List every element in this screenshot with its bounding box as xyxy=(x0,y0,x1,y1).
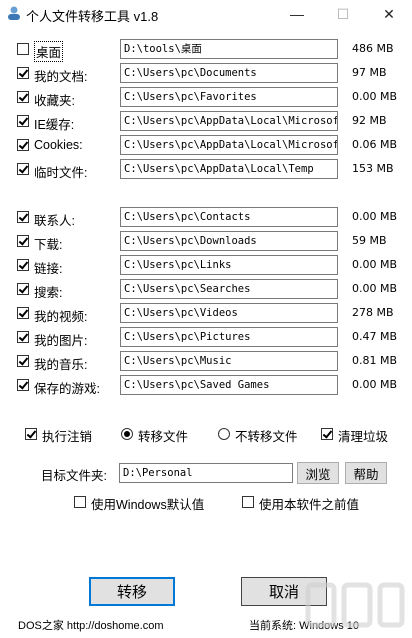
temp-path-field[interactable]: C:\Users\pc\AppData\Local\Temp xyxy=(120,159,338,179)
saved-games-path-field[interactable]: C:\Users\pc\Saved Games xyxy=(120,375,338,395)
desktop-path-field[interactable]: D:\tools\桌面 xyxy=(120,39,338,59)
contacts-checkbox[interactable] xyxy=(17,211,29,223)
downloads-label: 下载: xyxy=(34,238,63,252)
ie-cache-label: IE缓存: xyxy=(34,118,75,132)
maximize-button[interactable]: ☐ xyxy=(320,0,366,28)
transfer-radio[interactable] xyxy=(121,428,133,440)
cookies-size: 0.06 MB xyxy=(352,138,398,151)
music-label: 我的音乐: xyxy=(34,358,88,372)
ie-cache-path-field[interactable]: C:\Users\pc\AppData\Local\Microsoft\ xyxy=(120,111,338,131)
app-person-icon xyxy=(8,6,20,20)
use-windows-default-checkbox[interactable] xyxy=(74,496,86,508)
favorites-checkbox[interactable] xyxy=(17,91,29,103)
folder-row-saved-games: 保存的游戏: C:\Users\pc\Saved Games 0.00 MB xyxy=(0,375,412,397)
logoff-label: 执行注销 xyxy=(42,430,93,444)
documents-path-field[interactable]: C:\Users\pc\Documents xyxy=(120,63,338,83)
browse-button[interactable]: 浏览 xyxy=(297,462,339,484)
contacts-path-field[interactable]: C:\Users\pc\Contacts xyxy=(120,207,338,227)
videos-checkbox[interactable] xyxy=(17,307,29,319)
title-bar: 个人文件转移工具 v1.8 — ☐ ✕ xyxy=(0,0,412,28)
pictures-size: 0.47 MB xyxy=(352,330,398,343)
ie-cache-size: 92 MB xyxy=(352,114,387,127)
target-folder-label: 目标文件夹: xyxy=(41,469,107,483)
documents-checkbox[interactable] xyxy=(17,67,29,79)
folder-row-links: 链接: C:\Users\pc\Links 0.00 MB xyxy=(0,255,412,277)
use-previous-checkbox[interactable] xyxy=(242,496,254,508)
videos-size: 278 MB xyxy=(352,306,394,319)
saved-games-checkbox[interactable] xyxy=(17,379,29,391)
searches-checkbox[interactable] xyxy=(17,283,29,295)
use-previous-label: 使用本软件之前值 xyxy=(259,498,360,512)
folder-row-desktop: 桌面 D:\tools\桌面 486 MB xyxy=(0,39,412,62)
cookies-path-field[interactable]: C:\Users\pc\AppData\Local\Microsoft\ xyxy=(120,135,338,155)
searches-size: 0.00 MB xyxy=(352,282,398,295)
folder-row-downloads: 下载: C:\Users\pc\Downloads 59 MB xyxy=(0,231,412,253)
no-transfer-radio[interactable] xyxy=(218,428,230,440)
links-checkbox[interactable] xyxy=(17,259,29,271)
folder-row-temp: 临时文件: C:\Users\pc\AppData\Local\Temp 153… xyxy=(0,159,412,181)
target-folder-input[interactable]: D:\Personal xyxy=(119,463,293,483)
searches-label: 搜索: xyxy=(34,286,63,300)
site-info: DOS之家 http://doshome.com xyxy=(18,620,164,632)
watermark-logo-icon xyxy=(305,582,405,628)
folder-row-cookies: Cookies: C:\Users\pc\AppData\Local\Micro… xyxy=(0,135,412,157)
cookies-checkbox[interactable] xyxy=(17,139,29,151)
no-transfer-label: 不转移文件 xyxy=(235,430,298,444)
favorites-label: 收藏夹: xyxy=(34,94,75,108)
folder-row-contacts: 联系人: C:\Users\pc\Contacts 0.00 MB xyxy=(0,207,412,229)
window-title: 个人文件转移工具 v1.8 xyxy=(26,9,159,24)
temp-size: 153 MB xyxy=(352,162,394,175)
transfer-button[interactable]: 转移 xyxy=(89,577,175,606)
folder-row-videos: 我的视频: C:\Users\pc\Videos 278 MB xyxy=(0,303,412,325)
minimize-button[interactable]: — xyxy=(274,0,320,28)
documents-label: 我的文档: xyxy=(34,70,88,84)
cookies-label: Cookies: xyxy=(34,138,83,152)
folder-row-favorites: 收藏夹: C:\Users\pc\Favorites 0.00 MB xyxy=(0,87,412,109)
links-size: 0.00 MB xyxy=(352,258,398,271)
folder-row-ie-cache: IE缓存: C:\Users\pc\AppData\Local\Microsof… xyxy=(0,111,412,133)
clean-checkbox[interactable] xyxy=(321,428,333,440)
saved-games-label: 保存的游戏: xyxy=(34,382,100,396)
contacts-size: 0.00 MB xyxy=(352,210,398,223)
videos-label: 我的视频: xyxy=(34,310,88,324)
help-button[interactable]: 帮助 xyxy=(345,462,387,484)
pictures-checkbox[interactable] xyxy=(17,331,29,343)
use-windows-default-label: 使用Windows默认值 xyxy=(91,498,205,512)
folder-row-music: 我的音乐: C:\Users\pc\Music 0.81 MB xyxy=(0,351,412,373)
temp-checkbox[interactable] xyxy=(17,163,29,175)
pictures-path-field[interactable]: C:\Users\pc\Pictures xyxy=(120,327,338,347)
folder-row-documents: 我的文档: C:\Users\pc\Documents 97 MB xyxy=(0,63,412,85)
downloads-size: 59 MB xyxy=(352,234,387,247)
folder-row-searches: 搜索: C:\Users\pc\Searches 0.00 MB xyxy=(0,279,412,301)
folder-row-pictures: 我的图片: C:\Users\pc\Pictures 0.47 MB xyxy=(0,327,412,349)
close-button[interactable]: ✕ xyxy=(366,0,412,28)
favorites-path-field[interactable]: C:\Users\pc\Favorites xyxy=(120,87,338,107)
downloads-path-field[interactable]: C:\Users\pc\Downloads xyxy=(120,231,338,251)
desktop-checkbox[interactable] xyxy=(17,43,29,55)
searches-path-field[interactable]: C:\Users\pc\Searches xyxy=(120,279,338,299)
pictures-label: 我的图片: xyxy=(34,334,88,348)
videos-path-field[interactable]: C:\Users\pc\Videos xyxy=(120,303,338,323)
music-checkbox[interactable] xyxy=(17,355,29,367)
documents-size: 97 MB xyxy=(352,66,387,79)
downloads-checkbox[interactable] xyxy=(17,235,29,247)
ie-cache-checkbox[interactable] xyxy=(17,115,29,127)
links-label: 链接: xyxy=(34,262,63,276)
links-path-field[interactable]: C:\Users\pc\Links xyxy=(120,255,338,275)
clean-label: 清理垃圾 xyxy=(338,430,389,444)
music-path-field[interactable]: C:\Users\pc\Music xyxy=(120,351,338,371)
contacts-label: 联系人: xyxy=(34,214,75,228)
saved-games-size: 0.00 MB xyxy=(352,378,398,391)
favorites-size: 0.00 MB xyxy=(352,90,398,103)
music-size: 0.81 MB xyxy=(352,354,398,367)
logoff-checkbox[interactable] xyxy=(25,428,37,440)
desktop-size: 486 MB xyxy=(352,42,394,55)
desktop-label: 桌面 xyxy=(34,41,64,62)
temp-label: 临时文件: xyxy=(34,166,88,180)
transfer-label: 转移文件 xyxy=(138,430,189,444)
